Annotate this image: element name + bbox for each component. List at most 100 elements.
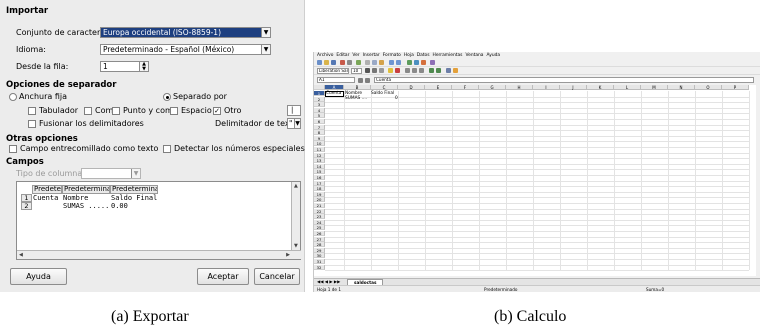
row-header-23[interactable]: 23 bbox=[314, 214, 325, 220]
row-header-16[interactable]: 16 bbox=[314, 175, 325, 180]
row-header-8[interactable]: 8 bbox=[314, 130, 325, 136]
column-header-a[interactable]: A bbox=[325, 85, 344, 90]
scroll-up-icon[interactable]: ▲ bbox=[294, 183, 298, 189]
column-header-c[interactable]: C bbox=[371, 85, 398, 90]
scroll-right-icon[interactable]: ▶ bbox=[286, 252, 290, 258]
row-header-4[interactable]: 4 bbox=[314, 107, 325, 113]
preview-col-header[interactable]: Predeterminad bbox=[110, 185, 158, 194]
column-header-j[interactable]: J bbox=[560, 85, 587, 90]
column-header-b[interactable]: B bbox=[344, 85, 371, 90]
name-box[interactable]: A1 bbox=[317, 77, 355, 83]
row-header-31[interactable]: 31 bbox=[314, 259, 325, 264]
print-icon[interactable] bbox=[347, 60, 352, 65]
select-all-corner[interactable] bbox=[314, 85, 325, 90]
preview-horizontal-scrollbar[interactable]: ◀ ▶ bbox=[17, 250, 301, 259]
font-name-select[interactable]: Liberation Sans bbox=[317, 68, 349, 74]
scroll-left-icon[interactable]: ◀ bbox=[19, 252, 23, 258]
align-right-icon[interactable] bbox=[419, 68, 424, 73]
scroll-down-icon[interactable]: ▼ bbox=[294, 243, 298, 249]
spellcheck-icon[interactable] bbox=[356, 60, 361, 65]
other-separator-input[interactable]: | bbox=[287, 105, 301, 116]
function-wizard-icon[interactable] bbox=[358, 78, 363, 83]
column-header-g[interactable]: G bbox=[479, 85, 506, 90]
column-type-select[interactable]: ▼ bbox=[81, 168, 141, 179]
row-header-24[interactable]: 24 bbox=[314, 219, 325, 225]
highlight-icon[interactable] bbox=[388, 68, 393, 73]
undo-icon[interactable] bbox=[389, 60, 394, 65]
row-header-32[interactable]: 32 bbox=[314, 264, 325, 270]
quoted-as-text-checkbox[interactable] bbox=[9, 145, 17, 153]
column-header-m[interactable]: M bbox=[641, 85, 668, 90]
background-color-icon[interactable] bbox=[453, 68, 458, 73]
chevron-down-icon[interactable]: ▼ bbox=[261, 45, 270, 54]
from-row-spinner[interactable]: 1 ▲ ▼ bbox=[100, 61, 149, 72]
sheet-nav-icon[interactable]: ◀◀ ◀ ▶ ▶▶ bbox=[317, 279, 340, 284]
column-header-p[interactable]: P bbox=[722, 85, 749, 90]
font-size-select[interactable]: 10 bbox=[351, 68, 362, 74]
formula-input[interactable]: Cuenta bbox=[374, 77, 754, 83]
row-header-2[interactable]: 2 bbox=[314, 96, 325, 102]
tab-checkbox[interactable] bbox=[28, 107, 36, 115]
align-center-icon[interactable] bbox=[412, 68, 417, 73]
charset-select[interactable]: Europa occidental (ISO-8859-1) ▼ bbox=[100, 27, 271, 38]
row-header-27[interactable]: 27 bbox=[314, 236, 325, 242]
navigator-icon[interactable] bbox=[421, 60, 426, 65]
language-select[interactable]: Predeterminado - Español (México) ▼ bbox=[100, 44, 271, 55]
gallery-icon[interactable] bbox=[430, 60, 435, 65]
row-header-13[interactable]: 13 bbox=[314, 158, 325, 164]
detect-special-checkbox[interactable] bbox=[163, 145, 171, 153]
new-icon[interactable] bbox=[317, 60, 322, 65]
row-header-1[interactable]: 1 bbox=[314, 91, 325, 96]
cut-icon[interactable] bbox=[365, 60, 370, 65]
column-header-n[interactable]: N bbox=[668, 85, 695, 90]
chart-icon[interactable] bbox=[414, 60, 419, 65]
other-checkbox[interactable]: ✓ bbox=[213, 107, 221, 115]
row-header-25[interactable]: 25 bbox=[314, 225, 325, 231]
accept-button[interactable]: Aceptar bbox=[197, 268, 249, 285]
row-header-29[interactable]: 29 bbox=[314, 247, 325, 253]
row-header-10[interactable]: 10 bbox=[314, 141, 325, 147]
preview-col-header[interactable]: Predeterminad bbox=[62, 185, 110, 194]
column-header-d[interactable]: D bbox=[398, 85, 425, 90]
row-header-7[interactable]: 7 bbox=[314, 124, 325, 130]
column-header-o[interactable]: O bbox=[695, 85, 722, 90]
currency-icon[interactable] bbox=[429, 68, 434, 73]
row-header-6[interactable]: 6 bbox=[314, 119, 325, 124]
open-icon[interactable] bbox=[324, 60, 329, 65]
font-color-icon[interactable] bbox=[395, 68, 400, 73]
preview-col-header[interactable]: Predetem bbox=[32, 185, 62, 194]
spreadsheet-grid[interactable]: A B C D E F G H I J K L M N O P 1 2 3 4 5 6 7 8 9 10 11 12 13 14 15 16 1… bbox=[314, 85, 756, 276]
column-header-i[interactable]: I bbox=[533, 85, 560, 90]
cell-c2[interactable]: 0 bbox=[395, 96, 398, 101]
separated-by-radio[interactable] bbox=[163, 93, 171, 101]
sort-icon[interactable] bbox=[407, 60, 412, 65]
row-header-20[interactable]: 20 bbox=[314, 197, 325, 203]
italic-icon[interactable] bbox=[372, 68, 377, 73]
column-header-f[interactable]: F bbox=[452, 85, 479, 90]
row-header-30[interactable]: 30 bbox=[314, 253, 325, 259]
row-header-21[interactable]: 21 bbox=[314, 203, 325, 208]
bold-icon[interactable] bbox=[365, 68, 370, 73]
comma-checkbox[interactable] bbox=[84, 107, 92, 115]
column-header-h[interactable]: H bbox=[506, 85, 533, 90]
column-header-k[interactable]: K bbox=[587, 85, 614, 90]
column-header-l[interactable]: L bbox=[614, 85, 641, 90]
row-header-28[interactable]: 28 bbox=[314, 242, 325, 248]
copy-icon[interactable] bbox=[372, 60, 377, 65]
merge-delimiters-checkbox[interactable] bbox=[28, 120, 36, 128]
borders-icon[interactable] bbox=[446, 68, 451, 73]
export-pdf-icon[interactable] bbox=[340, 60, 345, 65]
row-header-3[interactable]: 3 bbox=[314, 102, 325, 108]
chevron-down-icon[interactable]: ▼ bbox=[261, 28, 270, 37]
cell-b2[interactable]: SUMAS .... bbox=[345, 96, 367, 101]
semicolon-checkbox[interactable] bbox=[112, 107, 120, 115]
preview-vertical-scrollbar[interactable]: ▲ ▼ bbox=[291, 182, 300, 250]
spin-arrows-icon[interactable]: ▲ ▼ bbox=[139, 62, 148, 71]
row-header-5[interactable]: 5 bbox=[314, 113, 325, 119]
text-delimiter-select[interactable]: " ▼ bbox=[287, 118, 301, 129]
fixed-width-radio[interactable] bbox=[9, 93, 17, 101]
chevron-down-icon[interactable]: ▼ bbox=[131, 169, 140, 178]
redo-icon[interactable] bbox=[396, 60, 401, 65]
row-header-19[interactable]: 19 bbox=[314, 191, 325, 197]
cell-c1[interactable]: Saldo Final bbox=[371, 91, 394, 96]
